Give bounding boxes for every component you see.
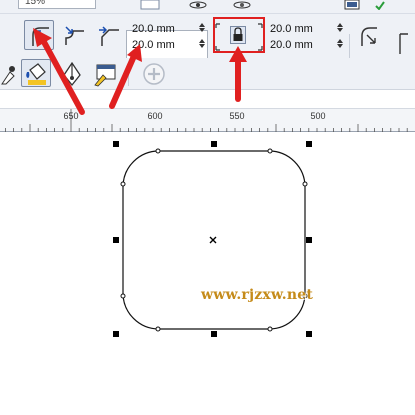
annotation-arrowhead: [229, 46, 247, 62]
annotation-arrow: [109, 53, 137, 109]
annotation-arrow: [41, 39, 85, 115]
annotation-overlay: [33, 28, 247, 115]
